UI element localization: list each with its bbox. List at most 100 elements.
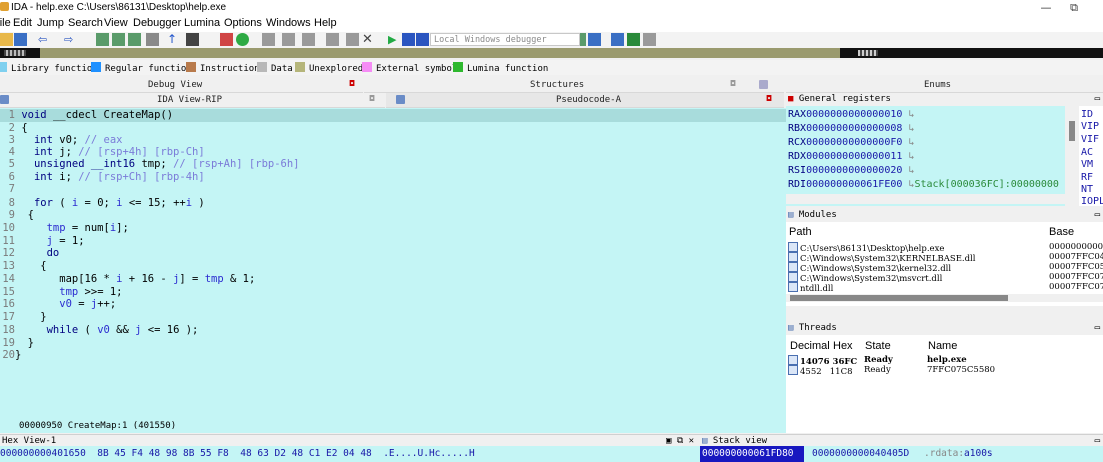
run-green-icon[interactable] bbox=[236, 33, 249, 46]
scroll-thumb[interactable] bbox=[790, 295, 1008, 301]
col-state[interactable]: State bbox=[865, 340, 891, 352]
col-hex[interactable]: Hex bbox=[833, 340, 853, 352]
save-icon[interactable] bbox=[14, 33, 27, 46]
code-line[interactable]: 20} bbox=[0, 349, 21, 362]
flags-panel: ID VIP VIF AC VM RF NT IOPL bbox=[1079, 106, 1103, 207]
registers-panel[interactable]: RAX0000000000000010 ↳ RBX000000000000000… bbox=[786, 106, 1065, 206]
trace-icon[interactable] bbox=[627, 33, 640, 46]
pseudocode-view[interactable]: 1 void __cdecl CreateMap() 2 { 3 int v0;… bbox=[0, 108, 786, 420]
pause-icon[interactable] bbox=[402, 33, 415, 46]
flag-label: RF bbox=[1081, 172, 1094, 183]
navigation-band[interactable] bbox=[0, 48, 1103, 58]
back-icon[interactable]: ⇦ bbox=[38, 33, 51, 46]
code-line[interactable]: 16 v0 = j++; bbox=[0, 298, 116, 311]
stop-debug-icon[interactable] bbox=[416, 33, 429, 46]
code-line[interactable]: 13 { bbox=[0, 260, 46, 273]
stack-symbol[interactable]: .rdata:a100s bbox=[924, 446, 993, 462]
stack-address[interactable]: 000000000061FD80 bbox=[702, 446, 794, 462]
patch4-icon[interactable] bbox=[326, 33, 339, 46]
registers-vscroll[interactable] bbox=[1065, 106, 1079, 206]
col-name[interactable]: Name bbox=[928, 340, 957, 352]
register-row[interactable]: RAX0000000000000010 ↳ bbox=[788, 109, 914, 121]
tab-enums[interactable]: Enums bbox=[786, 78, 1103, 93]
code-line[interactable]: 9 { bbox=[0, 209, 34, 222]
scroll-thumb[interactable] bbox=[1069, 121, 1075, 141]
register-row[interactable]: RBX0000000000000008 ↳ bbox=[788, 123, 914, 135]
patch3-icon[interactable] bbox=[302, 33, 315, 46]
close-x-icon[interactable]: ✕ bbox=[362, 33, 375, 46]
register-row[interactable]: RDI000000000061FE00 ↳Stack[000036FC]:000… bbox=[788, 179, 1059, 191]
trace2-icon[interactable] bbox=[643, 33, 656, 46]
restore-button[interactable]: ⧉ bbox=[1064, 1, 1084, 15]
col-base[interactable]: Base bbox=[1049, 226, 1074, 238]
code-line[interactable]: 10 tmp = num[i]; bbox=[0, 222, 128, 235]
menu-view[interactable]: View bbox=[104, 17, 128, 29]
menu-lumina[interactable]: Lumina bbox=[184, 17, 220, 29]
module-icon bbox=[788, 252, 798, 262]
code-line[interactable]: 7 bbox=[0, 183, 15, 196]
menu-file[interactable]: File bbox=[0, 17, 11, 29]
menu-debugger[interactable]: Debugger bbox=[133, 17, 181, 29]
up-arrow-icon[interactable]: ↑ bbox=[167, 33, 180, 46]
code-line[interactable]: 17 } bbox=[0, 311, 46, 324]
thread-row[interactable]: 4552 11C8 bbox=[788, 365, 852, 377]
threads-panel[interactable]: Decimal Hex State Name 14076 36FC Ready … bbox=[786, 335, 1103, 433]
register-row[interactable]: RCX00000000000000F0 ↳ bbox=[788, 137, 914, 149]
modules-panel[interactable]: Path Base C:\Users\86131\Desktop\help.ex… bbox=[786, 222, 1103, 306]
xref-icon[interactable] bbox=[96, 33, 109, 46]
register-row[interactable]: RDX0000000000000011 ↳ bbox=[788, 151, 914, 163]
legend-swatch bbox=[295, 62, 305, 72]
code-line[interactable]: 1 void __cdecl CreateMap() bbox=[0, 109, 173, 122]
legend-instruction: Instruction bbox=[186, 62, 260, 74]
col-path[interactable]: Path bbox=[789, 226, 812, 238]
close-icon[interactable]: ◘ bbox=[764, 94, 774, 104]
step-over-icon[interactable] bbox=[588, 33, 601, 46]
close-icon[interactable]: ◘ bbox=[728, 79, 738, 89]
tab-debug-view[interactable]: Debug View ◘ bbox=[0, 78, 363, 93]
play-icon[interactable]: ▶ bbox=[388, 33, 401, 46]
pin-icon[interactable] bbox=[146, 33, 159, 46]
menu-search[interactable]: Search bbox=[68, 17, 103, 29]
tab-pseudocode[interactable]: Pseudocode-A ◘ bbox=[386, 93, 784, 108]
menu-windows[interactable]: Windows bbox=[266, 17, 311, 29]
xref2-icon[interactable] bbox=[112, 33, 125, 46]
code-line[interactable]: 12 do bbox=[0, 247, 59, 260]
menu-edit[interactable]: Edit bbox=[13, 17, 32, 29]
modules-hscroll[interactable] bbox=[786, 294, 1103, 302]
hex-view[interactable]: 000000000401650 8B 45 F4 48 98 8B 55 F8 … bbox=[0, 446, 700, 462]
maximize-icon[interactable]: ▭ bbox=[1095, 209, 1100, 222]
window-title: IDA - help.exe C:\Users\86131\Desktop\he… bbox=[0, 2, 226, 13]
menu-options[interactable]: Options bbox=[224, 17, 262, 29]
legend-swatch bbox=[186, 62, 196, 72]
code-line[interactable]: 14 map[16 * i + 16 - j] = tmp & 1; bbox=[0, 273, 255, 286]
graph-icon[interactable] bbox=[220, 33, 233, 46]
minimize-button[interactable]: — bbox=[1036, 1, 1056, 15]
tab-structures[interactable]: Structures ◘ bbox=[364, 78, 784, 93]
maximize-icon[interactable]: ▭ bbox=[1095, 93, 1100, 106]
tab-ida-view[interactable]: IDA View-RIP ◘ bbox=[0, 93, 385, 108]
register-row[interactable]: RSI0000000000000020 ↳ bbox=[788, 165, 914, 177]
thread-state: Ready bbox=[864, 365, 891, 375]
maximize-icon[interactable]: ▭ bbox=[1095, 322, 1100, 335]
code-line[interactable]: 5 unsigned __int16 tmp; // [rsp+Ah] [rbp… bbox=[0, 158, 300, 171]
menu-bar: File Edit Jump Search View Debugger Lumi… bbox=[0, 16, 1103, 32]
code-line[interactable]: 6 int i; // [rsp+Ch] [rbp-4h] bbox=[0, 171, 205, 184]
col-decimal[interactable]: Decimal bbox=[790, 340, 830, 352]
breakpoint-icon[interactable] bbox=[611, 33, 624, 46]
module-row[interactable]: ntdll.dll bbox=[788, 282, 833, 294]
menu-jump[interactable]: Jump bbox=[37, 17, 64, 29]
stack-view[interactable]: 000000000061FD80 0000000000040405D .rdat… bbox=[700, 446, 1103, 462]
patch5-icon[interactable] bbox=[346, 33, 359, 46]
xref3-icon[interactable] bbox=[128, 33, 141, 46]
forward-icon[interactable]: ⇨ bbox=[64, 33, 77, 46]
debugger-select[interactable]: Local Windows debugger bbox=[430, 33, 580, 46]
close-icon[interactable]: ◘ bbox=[347, 79, 357, 89]
stop-icon[interactable] bbox=[186, 33, 199, 46]
menu-help[interactable]: Help bbox=[314, 17, 337, 29]
registers-hscroll[interactable] bbox=[786, 194, 1065, 204]
patch2-icon[interactable] bbox=[282, 33, 295, 46]
code-line[interactable]: 18 while ( v0 && j <= 16 ); bbox=[0, 324, 198, 337]
open-icon[interactable] bbox=[0, 33, 13, 46]
close-icon[interactable]: ◘ bbox=[367, 94, 377, 104]
patch-icon[interactable] bbox=[262, 33, 275, 46]
